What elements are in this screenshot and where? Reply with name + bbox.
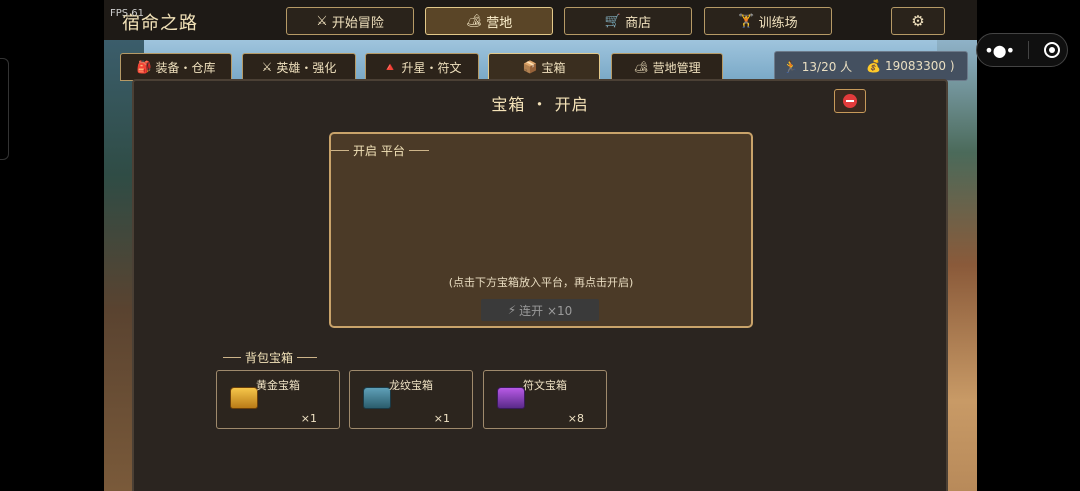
tab-camp-management[interactable]: 🏕 营地管理 bbox=[611, 53, 723, 81]
camp-icon: 🏕 bbox=[633, 60, 649, 74]
chest-count: ×1 bbox=[433, 412, 450, 425]
tab-label: 营地管理 bbox=[652, 60, 701, 75]
chest-open-panel: 宝箱 ・ 开启 开启 平台 (点击下方宝箱放入平台，再点击开启) ⚡ 连开 ×1… bbox=[132, 79, 948, 491]
chest-name: 符文宝箱 bbox=[523, 379, 567, 392]
backpack-icon: 🎒 bbox=[136, 60, 152, 74]
chest-card-gold[interactable]: 黄金宝箱 ×1 bbox=[216, 370, 340, 429]
platform-label: 开启 平台 bbox=[353, 144, 405, 158]
tab-chest[interactable]: 📦 宝箱 bbox=[488, 53, 600, 81]
legend-line bbox=[223, 357, 241, 358]
close-icon bbox=[843, 94, 857, 108]
camp-icon: 🏕 bbox=[465, 13, 483, 29]
platform-hint: (点击下方宝箱放入平台，再点击开启) bbox=[448, 276, 634, 289]
nav-label: 开始冒险 bbox=[331, 15, 384, 31]
swords-icon: ⚔ bbox=[316, 13, 328, 29]
box-icon: 📦 bbox=[522, 60, 538, 74]
legend-line bbox=[331, 150, 349, 151]
runner-icon: 🏃 bbox=[783, 59, 798, 74]
legend-line bbox=[297, 357, 318, 358]
nav-training-button[interactable]: 🏋 训练场 bbox=[704, 7, 832, 35]
more-icon[interactable]: •●• bbox=[984, 41, 1015, 60]
screen-edge bbox=[0, 58, 9, 160]
money-bag-icon: 💰 bbox=[866, 59, 882, 73]
panel-title: 宝箱 ・ 开启 bbox=[491, 95, 589, 114]
capsule-divider bbox=[1028, 41, 1030, 59]
open-ten-label: 连开 ×10 bbox=[519, 303, 573, 318]
lightning-icon: ⚡ bbox=[507, 303, 517, 317]
game-stage: FPS 61 宿命之路 ⚔ 开始冒险 🏕 营地 🛒 商店 🏋 训练场 ⚙ 🎒 装… bbox=[104, 0, 977, 491]
population-display: 🏃 13/20 人 bbox=[783, 58, 852, 75]
close-button[interactable] bbox=[834, 89, 866, 113]
nav-label: 训练场 bbox=[758, 15, 798, 31]
resource-bar: 🏃 13/20 人 💰 19083300 ) bbox=[774, 51, 968, 81]
gear-icon: ⚙ bbox=[911, 12, 925, 30]
miniprogram-capsule: •●• bbox=[976, 33, 1068, 67]
star-icon: 🔺 bbox=[382, 60, 398, 74]
nav-start-adventure-button[interactable]: ⚔ 开始冒险 bbox=[286, 7, 414, 35]
nav-shop-button[interactable]: 🛒 商店 bbox=[564, 7, 692, 35]
nav-label: 商店 bbox=[625, 15, 652, 31]
chest-card-rune[interactable]: 符文宝箱 ×8 bbox=[483, 370, 607, 429]
tab-label: 装备・仓库 bbox=[155, 60, 216, 75]
population-value: 13/20 人 bbox=[801, 59, 853, 74]
legend-line bbox=[408, 150, 429, 151]
platform-legend: 开启 平台 bbox=[331, 142, 429, 159]
cart-icon: 🛒 bbox=[604, 13, 622, 29]
tab-label: 宝箱 bbox=[541, 60, 566, 75]
bag-chest-label: 背包宝箱 bbox=[245, 351, 294, 365]
open-platform[interactable]: 开启 平台 (点击下方宝箱放入平台，再点击开启) ⚡ 连开 ×10 bbox=[329, 132, 753, 328]
tab-hero-enhance[interactable]: ⚔ 英雄・强化 bbox=[242, 53, 356, 81]
tab-star-rune[interactable]: 🔺 升星・符文 bbox=[365, 53, 479, 81]
close-target-icon[interactable] bbox=[1043, 42, 1060, 58]
settings-button[interactable]: ⚙ bbox=[891, 7, 945, 35]
tab-label: 英雄・强化 bbox=[276, 60, 337, 75]
chest-card-dragon[interactable]: 龙纹宝箱 ×1 bbox=[349, 370, 473, 429]
nav-label: 营地 bbox=[486, 15, 513, 31]
chest-name: 龙纹宝箱 bbox=[389, 379, 433, 392]
tab-equipment-warehouse[interactable]: 🎒 装备・仓库 bbox=[120, 53, 232, 81]
top-bar: FPS 61 宿命之路 ⚔ 开始冒险 🏕 营地 🛒 商店 🏋 训练场 ⚙ bbox=[104, 0, 977, 40]
bag-chest-legend: 背包宝箱 bbox=[223, 349, 318, 366]
chest-name: 黄金宝箱 bbox=[256, 379, 300, 392]
weightlifter-icon: 🏋 bbox=[738, 13, 755, 29]
chest-count: ×8 bbox=[567, 412, 584, 425]
swords-icon: ⚔ bbox=[261, 60, 273, 74]
tab-label: 升星・符文 bbox=[401, 60, 462, 75]
open-ten-button[interactable]: ⚡ 连开 ×10 bbox=[481, 299, 599, 321]
nav-camp-button[interactable]: 🏕 营地 bbox=[425, 7, 553, 35]
gold-display: 💰 19083300 ) bbox=[866, 59, 954, 73]
game-title: 宿命之路 bbox=[122, 13, 198, 34]
chest-count: ×1 bbox=[300, 412, 317, 425]
gold-value: 19083300 ) bbox=[884, 59, 955, 73]
